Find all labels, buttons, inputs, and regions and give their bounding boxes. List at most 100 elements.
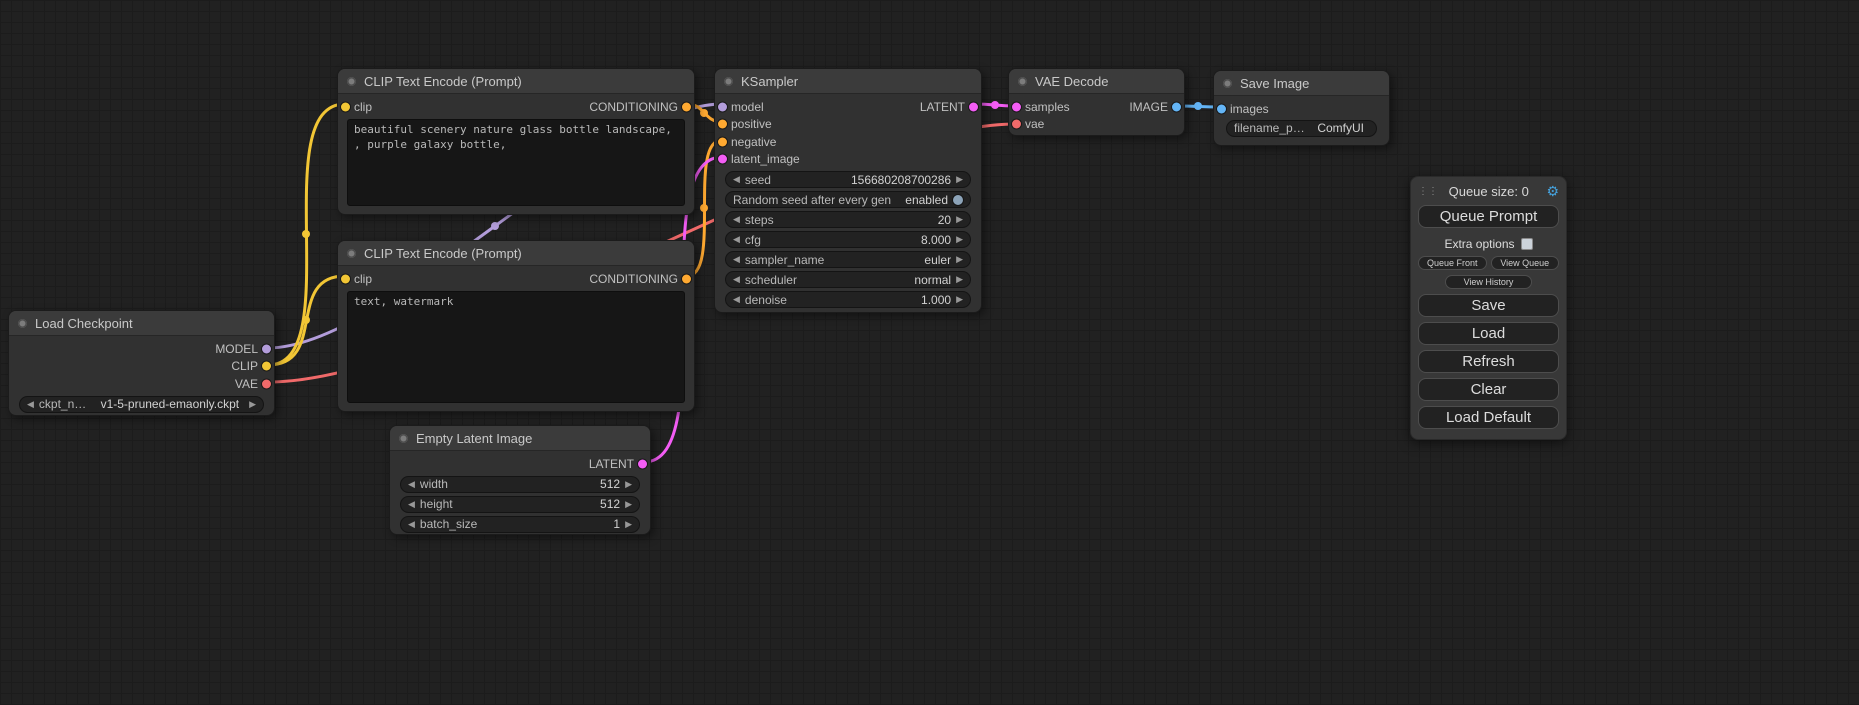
clip-input-port[interactable] [341,274,350,283]
save-button[interactable]: Save [1418,294,1559,317]
widget-label: denoise [745,293,787,307]
extra-options-checkbox[interactable] [1521,238,1533,250]
node-clip-text-encode-negative[interactable]: CLIP Text Encode (Prompt) clip CONDITION… [337,240,695,412]
collapse-dot[interactable] [18,319,27,328]
increment-arrow-icon[interactable]: ▶ [956,175,963,184]
increment-arrow-icon[interactable]: ▶ [625,500,632,509]
scheduler-widget[interactable]: ◀ scheduler normal ▶ [725,271,971,288]
samples-input-port[interactable] [1012,102,1021,111]
wire-midpoint-dot [302,316,310,324]
collapse-dot[interactable] [347,249,356,258]
clip-output-port[interactable] [262,362,271,371]
queue-panel: ⋮⋮ Queue size: 0 ⚙ Queue Prompt Extra op… [1410,176,1567,440]
node-title-bar[interactable]: CLIP Text Encode (Prompt) [338,241,694,266]
negative-input-port[interactable] [718,137,727,146]
decrement-arrow-icon[interactable]: ◀ [733,275,740,284]
decrement-arrow-icon[interactable]: ◀ [733,255,740,264]
node-title-bar[interactable]: VAE Decode [1009,69,1184,94]
load-default-button[interactable]: Load Default [1418,406,1559,429]
increment-arrow-icon[interactable]: ▶ [249,400,256,409]
latent-output-port[interactable] [638,459,647,468]
vae-slot-row: vae [1009,116,1184,134]
conditioning-output-port[interactable] [682,102,691,111]
clip-input-port[interactable] [341,102,350,111]
widget-value: 1.000 [921,293,951,307]
decrement-arrow-icon[interactable]: ◀ [733,215,740,224]
decrement-arrow-icon[interactable]: ◀ [733,235,740,244]
model-output-port[interactable] [262,344,271,353]
node-title-bar[interactable]: KSampler [715,69,981,94]
view-queue-button[interactable]: View Queue [1491,256,1560,270]
decrement-arrow-icon[interactable]: ◀ [27,400,34,409]
widget-label: height [420,497,453,511]
slot-label: LATENT [589,457,634,471]
collapse-dot[interactable] [1018,77,1027,86]
latent-output-slot: LATENT [390,455,650,473]
image-output-port[interactable] [1172,102,1181,111]
samples-slot-row: samples IMAGE [1009,98,1184,116]
negative-slot-row: negative [715,133,981,151]
random-seed-widget[interactable]: Random seed after every gen enabled [725,191,971,208]
load-button[interactable]: Load [1418,322,1559,345]
node-empty-latent-image[interactable]: Empty Latent Image LATENT ◀ width 512 ▶ … [389,425,651,535]
sampler-name-widget[interactable]: ◀ sampler_name euler ▶ [725,251,971,268]
height-widget[interactable]: ◀ height 512 ▶ [400,496,640,513]
clear-button[interactable]: Clear [1418,378,1559,401]
node-vae-decode[interactable]: VAE Decode samples IMAGE vae [1008,68,1185,136]
view-history-button[interactable]: View History [1445,275,1532,289]
widget-label: scheduler [745,273,797,287]
collapse-dot[interactable] [724,77,733,86]
cfg-widget[interactable]: ◀ cfg 8.000 ▶ [725,231,971,248]
decrement-arrow-icon[interactable]: ◀ [408,500,415,509]
queue-front-button[interactable]: Queue Front [1418,256,1487,270]
collapse-dot[interactable] [347,77,356,86]
decrement-arrow-icon[interactable]: ◀ [408,480,415,489]
positive-input-port[interactable] [718,120,727,129]
node-graph-canvas[interactable]: Load Checkpoint MODEL CLIP VAE ◀ ckpt_na… [0,0,1859,705]
latent-image-input-port[interactable] [718,155,727,164]
increment-arrow-icon[interactable]: ▶ [956,275,963,284]
collapse-dot[interactable] [399,434,408,443]
filename-prefix-widget[interactable]: filename_prefix ComfyUI [1226,120,1377,137]
node-ksampler[interactable]: KSampler model LATENT positive negative … [714,68,982,313]
gear-icon[interactable]: ⚙ [1546,183,1559,200]
vae-input-port[interactable] [1012,120,1021,129]
random-seed-toggle[interactable] [953,195,963,205]
decrement-arrow-icon[interactable]: ◀ [733,175,740,184]
negative-prompt-textarea[interactable]: text, watermark [347,291,685,403]
node-title-bar[interactable]: Empty Latent Image [390,426,650,451]
positive-prompt-textarea[interactable]: beautiful scenery nature glass bottle la… [347,119,685,206]
refresh-button[interactable]: Refresh [1418,350,1559,373]
node-title-bar[interactable]: Save Image [1214,71,1389,96]
increment-arrow-icon[interactable]: ▶ [956,215,963,224]
decrement-arrow-icon[interactable]: ◀ [408,520,415,529]
width-widget[interactable]: ◀ width 512 ▶ [400,476,640,493]
node-load-checkpoint[interactable]: Load Checkpoint MODEL CLIP VAE ◀ ckpt_na… [8,310,275,416]
model-input-port[interactable] [718,102,727,111]
decrement-arrow-icon[interactable]: ◀ [733,295,740,304]
node-clip-text-encode-positive[interactable]: CLIP Text Encode (Prompt) clip CONDITION… [337,68,695,215]
ckpt-name-widget[interactable]: ◀ ckpt_name v1-5-pruned-emaonly.ckpt ▶ [19,396,264,413]
node-save-image[interactable]: Save Image images filename_prefix ComfyU… [1213,70,1390,146]
node-title-bar[interactable]: Load Checkpoint [9,311,274,336]
increment-arrow-icon[interactable]: ▶ [625,480,632,489]
conditioning-output-port[interactable] [682,274,691,283]
clip-slot-row: clip CONDITIONING [338,98,694,116]
latent-output-port[interactable] [969,102,978,111]
wire-midpoint-dot [700,204,708,212]
collapse-dot[interactable] [1223,79,1232,88]
denoise-widget[interactable]: ◀ denoise 1.000 ▶ [725,291,971,308]
seed-widget[interactable]: ◀ seed 156680208700286 ▶ [725,171,971,188]
drag-handle-icon[interactable]: ⋮⋮ [1418,186,1431,197]
steps-widget[interactable]: ◀ steps 20 ▶ [725,211,971,228]
images-input-port[interactable] [1217,104,1226,113]
slot-label: samples [1025,100,1070,114]
vae-output-port[interactable] [262,379,271,388]
node-title-bar[interactable]: CLIP Text Encode (Prompt) [338,69,694,94]
increment-arrow-icon[interactable]: ▶ [625,520,632,529]
increment-arrow-icon[interactable]: ▶ [956,255,963,264]
batch-size-widget[interactable]: ◀ batch_size 1 ▶ [400,516,640,533]
increment-arrow-icon[interactable]: ▶ [956,235,963,244]
increment-arrow-icon[interactable]: ▶ [956,295,963,304]
queue-prompt-button[interactable]: Queue Prompt [1418,205,1559,228]
